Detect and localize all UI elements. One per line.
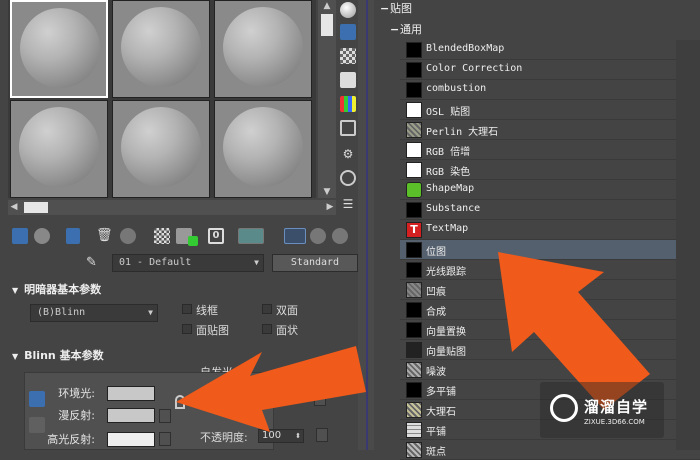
watermark-url: ZIXUE.3D66.COM	[584, 418, 645, 426]
annotation-arrow-left	[176, 346, 366, 432]
watermark: 溜溜自学 ZIXUE.3D66.COM	[540, 382, 664, 438]
brand-logo-icon	[550, 394, 578, 422]
watermark-brand: 溜溜自学	[584, 398, 649, 416]
